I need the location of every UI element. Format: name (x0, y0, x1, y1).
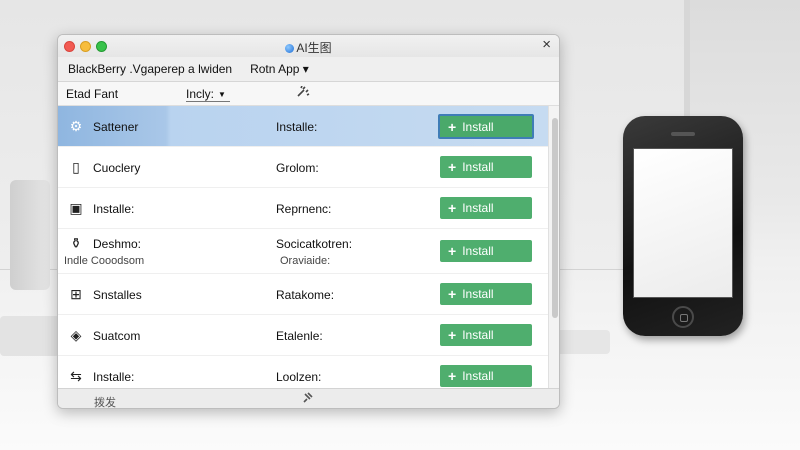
item-status: Socicatkotren: (276, 237, 353, 251)
plus-icon: + (448, 368, 457, 384)
phone-home-button (672, 306, 694, 328)
toolbar: Etad Fant Incly: ▼ (58, 82, 559, 106)
background-keyboard (0, 316, 60, 356)
list-item[interactable]: ▣ Installe: Reprnenc: + Install (58, 188, 548, 229)
list-item[interactable]: ◈ Suatcom Etalenle: + Install (58, 315, 548, 356)
app-list: ⚙ Sattener Installe: + Install ▯ Cuoclery… (58, 106, 548, 388)
item-status: Loolzen: (276, 370, 322, 384)
magic-icon[interactable] (296, 85, 310, 101)
install-button[interactable]: + Install (440, 156, 532, 178)
app-logo-icon (285, 44, 295, 53)
vertical-scrollbar[interactable] (548, 106, 559, 388)
install-button[interactable]: + Install (440, 324, 532, 346)
scrollbar-thumb[interactable] (552, 118, 558, 318)
cube-icon: ◈ (70, 327, 82, 343)
phone-screen (633, 148, 733, 298)
status-bar: 拨发 (58, 388, 559, 409)
item-name: Installe: (93, 202, 135, 216)
smartphone (623, 116, 743, 336)
install-button-label: Install (462, 369, 494, 383)
item-name: Deshmo: (93, 237, 142, 251)
list-item[interactable]: ⚙ Sattener Installe: + Install (58, 106, 548, 147)
status-text: 拨发 (94, 397, 116, 409)
menu-item-app[interactable]: Rotn App ▾ (250, 62, 309, 76)
item-name: Sattener (93, 120, 139, 134)
item-name: Suatcom (93, 329, 141, 343)
item-status: Etalenle: (276, 329, 323, 343)
device-icon: ▣ (69, 200, 83, 216)
item-name: Cuoclery (93, 161, 141, 175)
item-status: Installe: (276, 120, 318, 134)
plus-icon: + (448, 159, 457, 175)
chevron-down-icon: ▼ (218, 90, 226, 99)
app-window: AI生图 × BlackBerry .Vgaperep a lwiden Rot… (57, 34, 560, 409)
install-button-label: Install (462, 119, 494, 134)
item-status-secondary: Oraviaide: (280, 255, 331, 267)
item-name: Installe: (93, 370, 135, 384)
filter-select[interactable]: Incly: ▼ (186, 87, 230, 102)
font-label: Etad Fant (66, 87, 119, 101)
window-title-wrap: AI生图 (58, 39, 559, 56)
background-monitor-stand (10, 180, 50, 290)
swap-icon: ⇆ (70, 368, 82, 384)
item-status: Grolom: (276, 161, 319, 175)
frame-icon: ▯ (72, 159, 80, 175)
install-button-label: Install (462, 160, 494, 174)
close-icon[interactable]: × (542, 36, 551, 53)
window-title: AI生图 (296, 41, 332, 55)
item-status: Reprnenc: (276, 202, 332, 216)
plus-icon: + (448, 118, 457, 135)
list-item[interactable]: ⊞ Snstalles Ratakome: + Install (58, 274, 548, 315)
pin-icon[interactable] (302, 392, 314, 407)
phone-speaker (671, 132, 695, 136)
install-button[interactable]: + Install (440, 240, 532, 262)
install-button-label: Install (462, 244, 494, 258)
grid-icon: ⊞ (70, 286, 82, 302)
item-name: Snstalles (93, 288, 142, 302)
list-item[interactable]: ▯ Cuoclery Grolom: + Install (58, 147, 548, 188)
item-status: Ratakome: (276, 288, 335, 302)
install-button[interactable]: + Install (440, 365, 532, 387)
install-button[interactable]: + Install (440, 197, 532, 219)
item-subtitle: Indle Cooodsom (64, 255, 145, 267)
install-button-label: Install (462, 201, 494, 215)
list-item[interactable]: ⚱ Deshmo: Indle Cooodsom Socicatkotren: … (58, 229, 548, 274)
menu-item-blackberry[interactable]: BlackBerry .Vgaperep a lwiden (68, 62, 232, 76)
plus-icon: + (448, 243, 457, 259)
title-bar: AI生图 × (58, 35, 559, 57)
install-button[interactable]: + Install (440, 283, 532, 305)
install-button-label: Install (462, 287, 494, 301)
menu-bar: BlackBerry .Vgaperep a lwiden Rotn App ▾ (58, 57, 559, 82)
plus-icon: + (448, 286, 457, 302)
list-item[interactable]: ⇆ Installe: Loolzen: + Install (58, 356, 548, 388)
bottle-icon: ⚱ (70, 235, 82, 251)
gear-icon: ⚙ (69, 118, 83, 134)
install-button-label: Install (462, 328, 494, 342)
plus-icon: + (448, 327, 457, 343)
plus-icon: + (448, 200, 457, 216)
filter-select-value: Incly: (186, 87, 215, 101)
install-button[interactable]: + Install (438, 114, 534, 139)
